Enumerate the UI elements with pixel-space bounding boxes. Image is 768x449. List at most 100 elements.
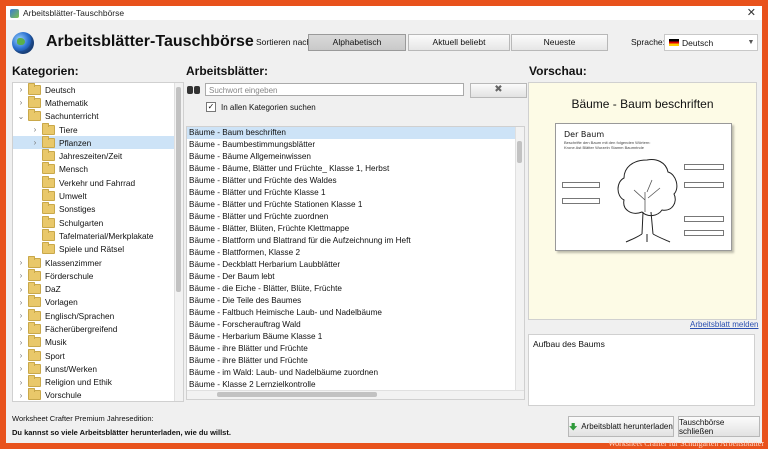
- hscrollbar-thumb[interactable]: [217, 392, 377, 397]
- chevron-right-icon[interactable]: ›: [17, 258, 25, 267]
- language-select[interactable]: Deutsch ▼: [664, 34, 758, 51]
- chevron-right-icon[interactable]: ›: [31, 138, 39, 147]
- chevron-down-icon: ▼: [747, 39, 755, 46]
- app-icon: [10, 8, 19, 18]
- category-item[interactable]: Verkehr und Fahrrad: [13, 175, 183, 189]
- category-item[interactable]: Spiele und Rätsel: [13, 242, 183, 256]
- folder-icon: [28, 335, 41, 348]
- chevron-right-icon[interactable]: ›: [17, 285, 25, 294]
- search-all-categories-checkbox[interactable]: ✓ In allen Kategorien suchen: [206, 102, 316, 112]
- category-item[interactable]: › Vorlagen: [13, 295, 183, 309]
- worksheet-list-item[interactable]: Bäume - Bäume Allgemeinwissen: [187, 151, 524, 163]
- clear-search-button[interactable]: ✖: [470, 83, 527, 98]
- category-tree-scrollbar[interactable]: [174, 83, 183, 401]
- sort-alphabetical-button[interactable]: Alphabetisch: [308, 34, 406, 51]
- close-window-icon[interactable]: ✕: [747, 6, 756, 20]
- category-item[interactable]: › Sport: [13, 348, 183, 362]
- folder-icon: [28, 375, 41, 388]
- category-item[interactable]: › Musik: [13, 335, 183, 349]
- category-item[interactable]: › Deutsch: [13, 83, 183, 96]
- worksheet-list[interactable]: Bäume - Baum beschriften Bäume - Baumbest…: [186, 126, 525, 400]
- worksheet-list-item[interactable]: Bäume - Faltbuch Heimische Laub- und Nad…: [187, 307, 524, 319]
- category-item[interactable]: Umwelt: [13, 189, 183, 202]
- worksheet-list-item[interactable]: Bäume - Blattformen, Klasse 2: [187, 247, 524, 259]
- folder-icon: [28, 95, 41, 108]
- category-item[interactable]: › Klassenzimmer: [13, 255, 183, 269]
- preview-title: Bäume - Baum beschriften: [571, 97, 714, 111]
- category-item[interactable]: Tafelmaterial/Merkplakate: [13, 228, 183, 242]
- category-item[interactable]: › Förderschule: [13, 268, 183, 282]
- category-item[interactable]: › Vorschule: [13, 388, 183, 401]
- worksheet-list-item[interactable]: Bäume - ihre Blätter und Früchte: [187, 355, 524, 367]
- chevron-right-icon[interactable]: ›: [17, 338, 25, 347]
- category-tree[interactable]: › Deutsch › Mathematik ⌄ Sachunterricht › Tiere…: [12, 82, 184, 402]
- checkbox-checked-icon[interactable]: ✓: [206, 102, 216, 112]
- worksheet-list-item[interactable]: Bäume - Baumbestimmungsblätter: [187, 139, 524, 151]
- window-title: Arbeitsblätter-Tauschbörse: [23, 8, 125, 18]
- category-item[interactable]: ⌄ Sachunterricht: [13, 109, 183, 123]
- chevron-right-icon[interactable]: ›: [17, 391, 25, 400]
- category-label: Fächerübergreifend: [45, 323, 118, 334]
- preview-thumbnail[interactable]: Der Baum Beschrifte den Baum mit den fol…: [555, 123, 732, 251]
- worksheet-list-item[interactable]: Bäume - ihre Blätter und Früchte: [187, 343, 524, 355]
- search-row: Suchwort eingeben ✖: [186, 83, 527, 98]
- scrollbar-thumb[interactable]: [517, 141, 522, 163]
- worksheet-list-item[interactable]: Bäume - Blätter und Früchte des Waldes: [187, 175, 524, 187]
- category-item[interactable]: › Fächerübergreifend: [13, 321, 183, 335]
- chevron-right-icon[interactable]: ›: [17, 364, 25, 373]
- category-item[interactable]: Jahreszeiten/Zeit: [13, 149, 183, 162]
- category-item[interactable]: › Tiere: [13, 122, 183, 136]
- preview-panel: Bäume - Baum beschriften Der Baum Beschr…: [528, 82, 757, 320]
- sort-popular-button[interactable]: Aktuell beliebt: [408, 34, 510, 51]
- worksheet-list-item[interactable]: Bäume - im Wald: Laub- und Nadelbäume zu…: [187, 367, 524, 379]
- worksheet-list-item[interactable]: Bäume - Forscherauftrag Wald: [187, 319, 524, 331]
- report-worksheet-link[interactable]: Arbeitsblatt melden: [690, 320, 758, 329]
- worksheet-list-hscrollbar[interactable]: [187, 390, 524, 399]
- worksheet-list-item[interactable]: Bäume - Blätter, Blüten, Früchte Klettma…: [187, 223, 524, 235]
- chevron-right-icon[interactable]: ›: [17, 85, 25, 94]
- worksheet-list-item[interactable]: Bäume - Die Teile des Baumes: [187, 295, 524, 307]
- chevron-right-icon[interactable]: ›: [17, 298, 25, 307]
- edition-notice: Du kannst so viele Arbeitsblätter herunt…: [12, 428, 231, 437]
- category-label: Musik: [45, 337, 67, 348]
- footer-notice: Worksheet Crafter Premium Jahresedition:…: [12, 414, 231, 437]
- worksheet-list-item[interactable]: Bäume - Blattform und Blattrand für die …: [187, 235, 524, 247]
- worksheet-list-item[interactable]: Bäume - Baum beschriften: [187, 127, 524, 139]
- category-label: Schulgarten: [59, 217, 104, 228]
- folder-icon: [28, 255, 41, 268]
- worksheet-list-item[interactable]: Bäume - die Eiche - Blätter, Blüte, Früc…: [187, 283, 524, 295]
- category-item[interactable]: › Religion und Ethik: [13, 375, 183, 389]
- category-item[interactable]: Sonstiges: [13, 202, 183, 216]
- category-item[interactable]: › Mathematik: [13, 95, 183, 109]
- category-item[interactable]: Schulgarten: [13, 215, 183, 229]
- search-input[interactable]: Suchwort eingeben: [205, 83, 464, 96]
- worksheet-list-item[interactable]: Bäume - Blätter und Früchte Klasse 1: [187, 187, 524, 199]
- close-exchange-button[interactable]: Tauschbörse schließen: [678, 416, 760, 437]
- scrollbar-thumb[interactable]: [176, 87, 181, 292]
- worksheet-list-item[interactable]: Bäume - Blätter und Früchte Stationen Kl…: [187, 199, 524, 211]
- chevron-down-icon[interactable]: ⌄: [17, 112, 25, 121]
- download-worksheet-button[interactable]: Arbeitsblatt herunterladen: [568, 416, 674, 437]
- chevron-right-icon[interactable]: ›: [17, 311, 25, 320]
- chevron-right-icon[interactable]: ›: [17, 378, 25, 387]
- category-item[interactable]: › Kunst/Werken: [13, 361, 183, 375]
- worksheet-list-item[interactable]: Bäume - Der Baum lebt: [187, 271, 524, 283]
- category-item[interactable]: › Englisch/Sprachen: [13, 308, 183, 322]
- worksheet-list-item[interactable]: Bäume - Deckblatt Herbarium Laubblätter: [187, 259, 524, 271]
- category-label: Sport: [45, 350, 65, 361]
- chevron-right-icon[interactable]: ›: [17, 271, 25, 280]
- binoculars-icon: [186, 83, 202, 95]
- chevron-right-icon[interactable]: ›: [17, 351, 25, 360]
- worksheet-list-item[interactable]: Bäume - Herbarium Bäume Klasse 1: [187, 331, 524, 343]
- chevron-right-icon[interactable]: ›: [31, 125, 39, 134]
- worksheet-list-scrollbar[interactable]: [515, 127, 524, 390]
- category-item[interactable]: Mensch: [13, 162, 183, 176]
- chevron-right-icon[interactable]: ›: [17, 98, 25, 107]
- worksheet-list-item[interactable]: Bäume - Blätter und Früchte zuordnen: [187, 211, 524, 223]
- chevron-right-icon[interactable]: ›: [17, 324, 25, 333]
- sort-newest-button[interactable]: Neueste: [511, 34, 608, 51]
- worksheet-list-item[interactable]: Bäume - Bäume, Blätter und Früchte_ Klas…: [187, 163, 524, 175]
- category-item[interactable]: › DaZ: [13, 282, 183, 295]
- category-item[interactable]: › Pflanzen: [13, 135, 183, 150]
- category-label: Sonstiges: [59, 204, 96, 215]
